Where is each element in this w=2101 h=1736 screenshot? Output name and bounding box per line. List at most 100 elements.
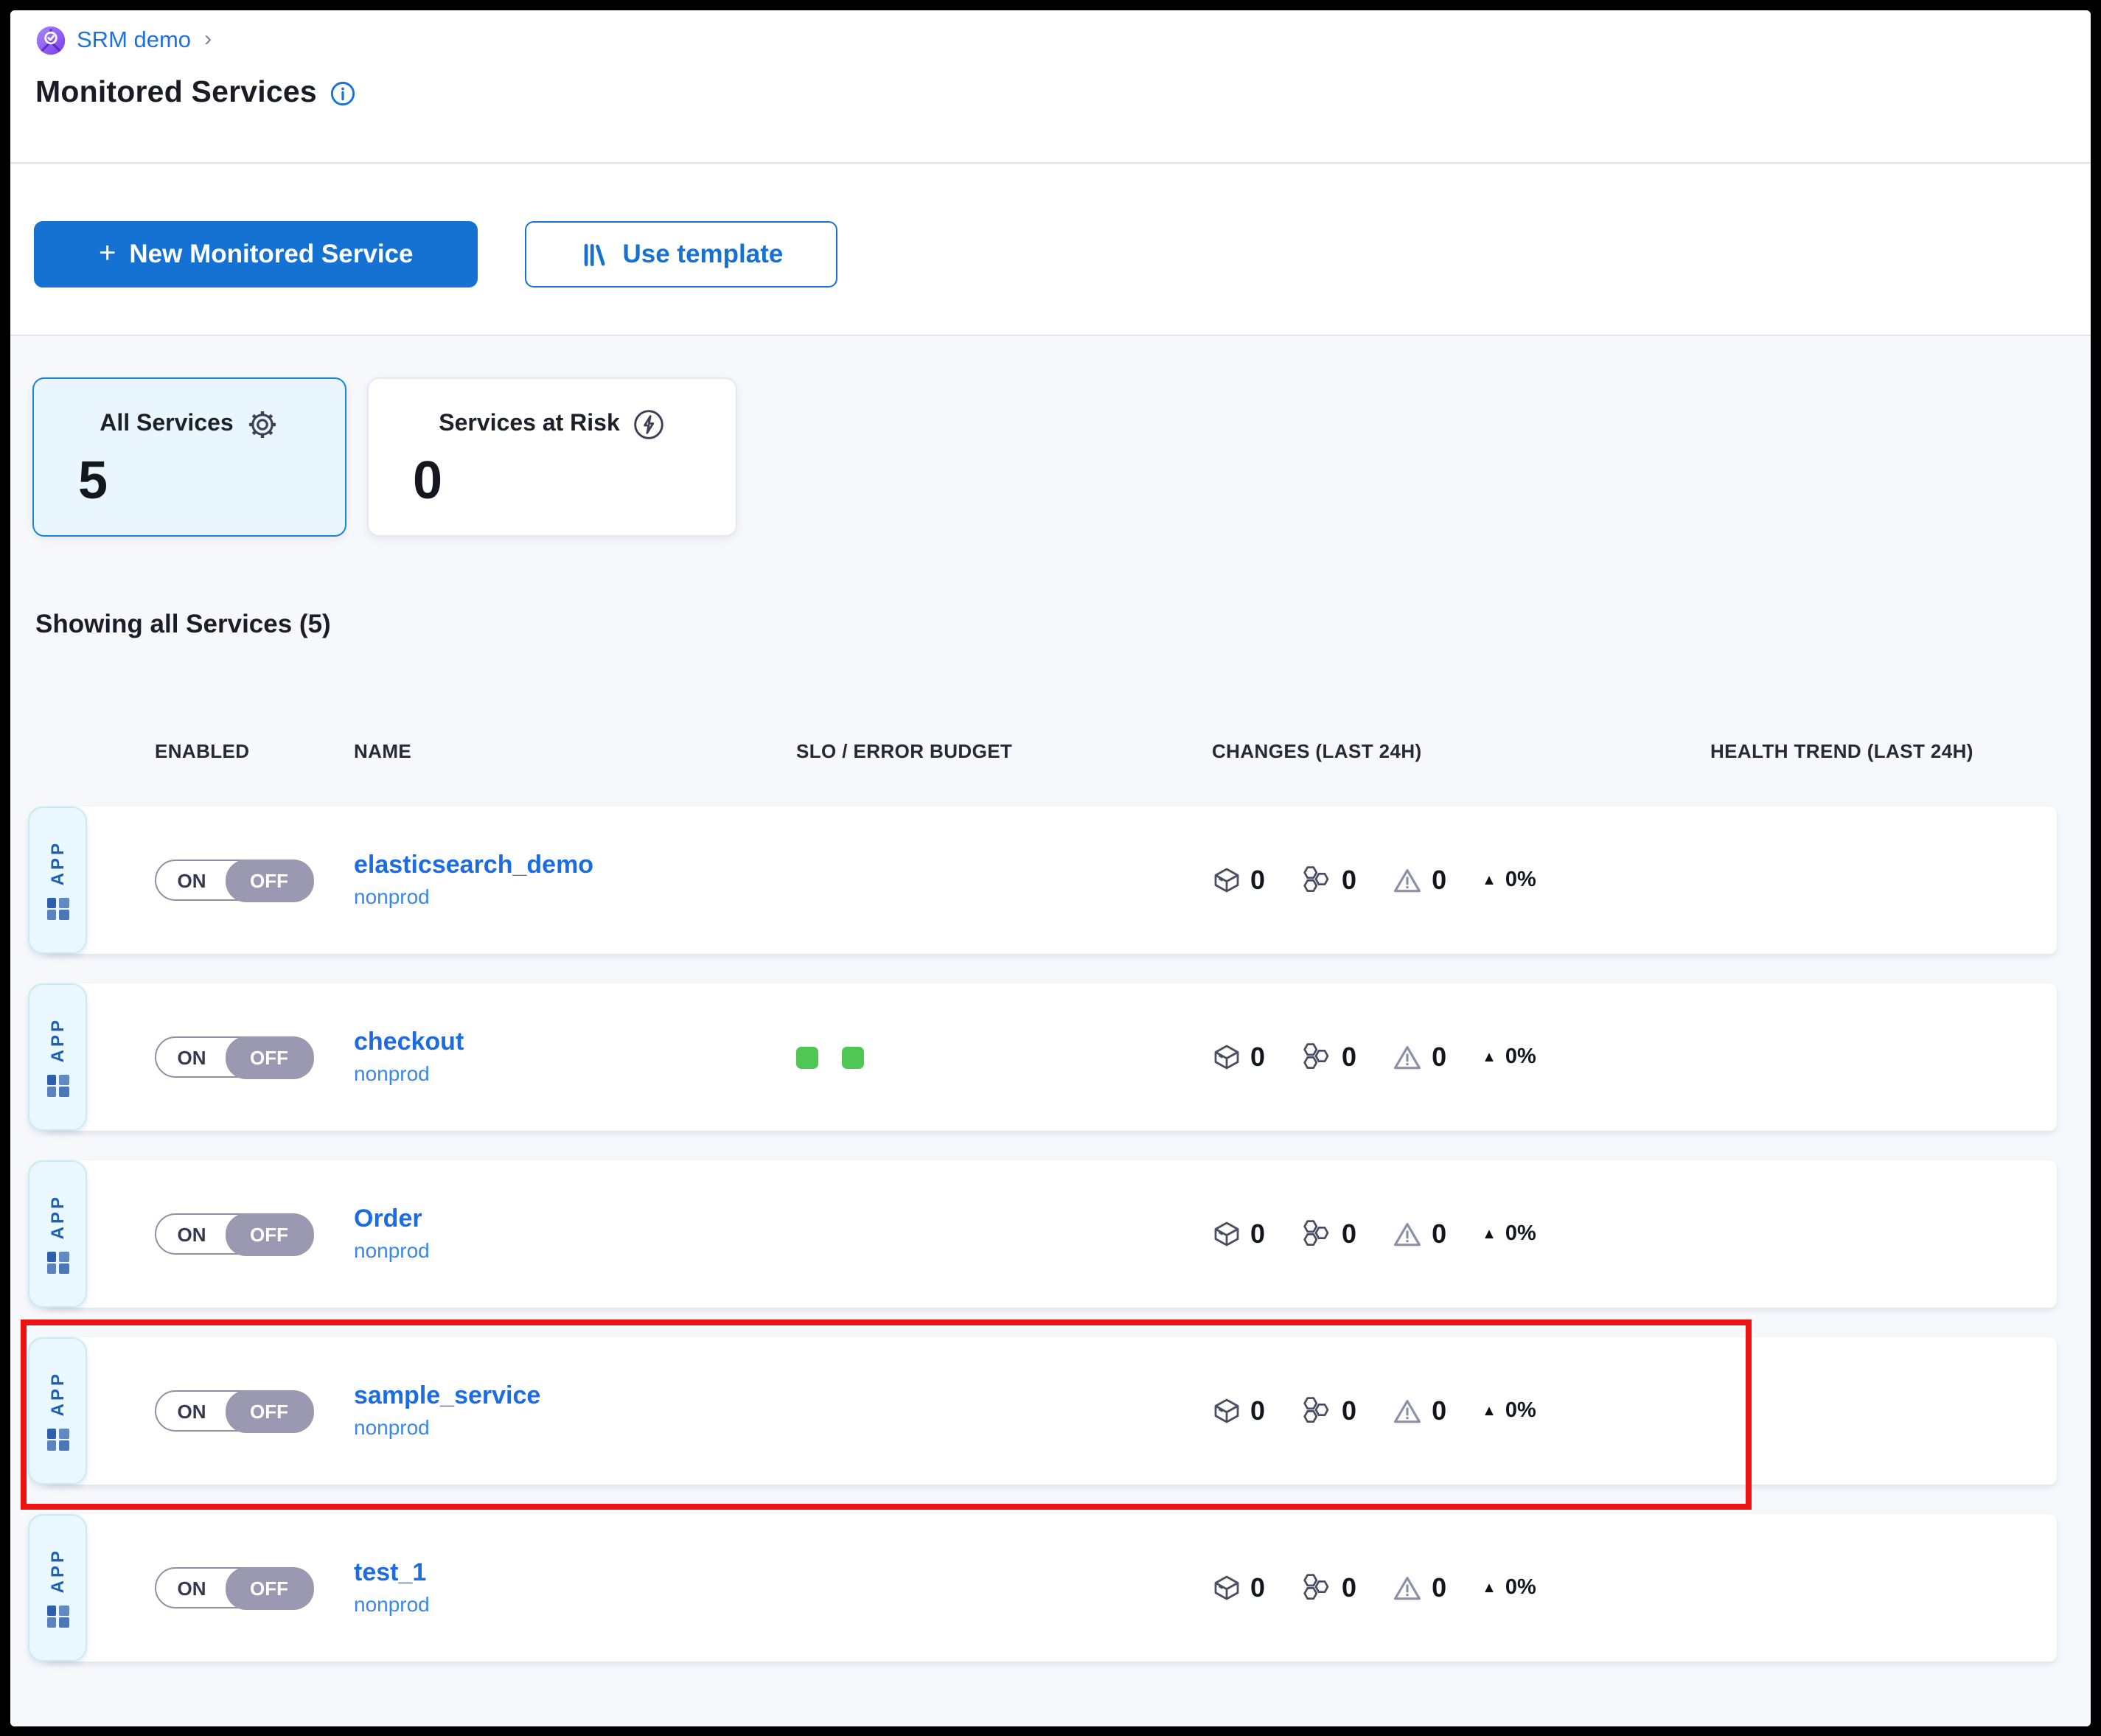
trend-percent: 0% bbox=[1505, 1576, 1536, 1600]
use-template-button[interactable]: Use template bbox=[526, 221, 838, 287]
trend-percent: 0% bbox=[1505, 1045, 1536, 1069]
service-env-link[interactable]: nonprod bbox=[354, 1593, 430, 1616]
app-type-badge: APP bbox=[28, 1160, 87, 1308]
service-name-link[interactable]: elasticsearch_demo bbox=[354, 852, 593, 879]
col-enabled: ENABLED bbox=[155, 740, 354, 762]
enabled-toggle[interactable]: ON OFF bbox=[155, 1567, 313, 1608]
enabled-toggle[interactable]: ON OFF bbox=[155, 1390, 313, 1432]
warning-triangle-icon bbox=[1392, 1395, 1423, 1426]
services-count: 0 bbox=[1342, 1395, 1356, 1426]
breadcrumb: SRM demo › bbox=[35, 25, 2091, 56]
app-type-badge: APP bbox=[28, 806, 87, 954]
service-env-link[interactable]: nonprod bbox=[354, 1239, 430, 1262]
col-slo: SLO / ERROR BUDGET bbox=[796, 740, 1212, 762]
service-name-link[interactable]: sample_service bbox=[354, 1383, 540, 1410]
services-hexagons-icon bbox=[1300, 1572, 1333, 1604]
service-row: APP ON OFF sample_service nonprod bbox=[44, 1337, 2057, 1485]
toggle-on-label[interactable]: ON bbox=[156, 861, 227, 899]
service-row: APP ON OFF checkout nonprod bbox=[44, 983, 2057, 1131]
name-cell: test_1 nonprod bbox=[354, 1514, 796, 1662]
name-cell: elasticsearch_demo nonprod bbox=[354, 806, 796, 954]
service-row-card: ON OFF sample_service nonprod bbox=[44, 1337, 2057, 1485]
all-services-card[interactable]: All Services 5 bbox=[32, 377, 346, 537]
problems-count: 0 bbox=[1432, 1219, 1446, 1249]
deployment-cube-icon bbox=[1212, 1396, 1241, 1426]
service-env-link[interactable]: nonprod bbox=[354, 1416, 430, 1439]
toggle-on-label[interactable]: ON bbox=[156, 1569, 227, 1607]
deployments-count: 0 bbox=[1250, 1395, 1265, 1426]
services-count: 0 bbox=[1342, 865, 1356, 896]
services-hexagons-icon bbox=[1300, 1395, 1333, 1427]
info-icon[interactable] bbox=[330, 80, 355, 105]
toggle-off-label[interactable]: OFF bbox=[225, 1213, 313, 1255]
service-row-card: ON OFF Order nonprod bbox=[44, 1160, 2057, 1308]
deployments-count: 0 bbox=[1250, 865, 1265, 896]
enabled-toggle[interactable]: ON OFF bbox=[155, 1036, 313, 1078]
trend-up-icon: ▲ bbox=[1482, 1049, 1497, 1065]
service-row: APP ON OFF test_1 nonprod bbox=[44, 1514, 2057, 1662]
deployments-count: 0 bbox=[1250, 1042, 1265, 1073]
monitored-services-screen: SRM demo › Monitored Services + New Moni… bbox=[0, 0, 2101, 1736]
services-at-risk-count: 0 bbox=[413, 454, 736, 507]
service-row: APP ON OFF Order nonprod bbox=[44, 1160, 2057, 1308]
app-badge-label: APP bbox=[47, 1017, 68, 1062]
health-trend-cell bbox=[1710, 1337, 2057, 1485]
warning-triangle-icon bbox=[1392, 865, 1423, 896]
deployments-count: 0 bbox=[1250, 1572, 1265, 1603]
all-services-count: 5 bbox=[78, 454, 345, 507]
breadcrumb-app-link[interactable]: SRM demo bbox=[77, 27, 191, 54]
toggle-off-label[interactable]: OFF bbox=[225, 859, 313, 902]
app-badge-label: APP bbox=[47, 1371, 68, 1416]
toggle-on-label[interactable]: ON bbox=[156, 1038, 227, 1076]
name-cell: checkout nonprod bbox=[354, 983, 796, 1131]
service-name-link[interactable]: Order bbox=[354, 1206, 422, 1233]
trend-up-icon: ▲ bbox=[1482, 1226, 1497, 1242]
service-env-link[interactable]: nonprod bbox=[354, 1062, 430, 1085]
problems-count: 0 bbox=[1432, 1395, 1446, 1426]
warning-triangle-icon bbox=[1392, 1219, 1423, 1249]
app-grid-icon bbox=[46, 1606, 69, 1628]
all-services-label: All Services bbox=[100, 411, 233, 438]
slo-cell bbox=[796, 983, 1212, 1131]
enabled-toggle[interactable]: ON OFF bbox=[155, 860, 313, 901]
toggle-off-label[interactable]: OFF bbox=[225, 1036, 313, 1078]
services-at-risk-card[interactable]: Services at Risk 0 bbox=[367, 377, 737, 537]
service-name-link[interactable]: checkout bbox=[354, 1029, 464, 1056]
slo-cell bbox=[796, 1337, 1212, 1485]
services-hexagons-icon bbox=[1300, 1041, 1333, 1073]
service-row-card: ON OFF checkout nonprod bbox=[44, 983, 2057, 1131]
name-cell: Order nonprod bbox=[354, 1160, 796, 1308]
enabled-cell: ON OFF bbox=[155, 983, 354, 1131]
changes-cell: 0 0 bbox=[1212, 983, 1710, 1131]
service-row-card: ON OFF elasticsearch_demo nonprod bbox=[44, 806, 2057, 954]
enabled-cell: ON OFF bbox=[155, 806, 354, 954]
col-health-trend: HEALTH TREND (LAST 24H) bbox=[1710, 740, 2057, 762]
deployments-count: 0 bbox=[1250, 1219, 1265, 1249]
toggle-on-label[interactable]: ON bbox=[156, 1215, 227, 1253]
service-name-link[interactable]: test_1 bbox=[354, 1560, 426, 1587]
services-hexagons-icon bbox=[1300, 1218, 1333, 1250]
toolbar: + New Monitored Service Use template bbox=[10, 164, 2091, 335]
services-count: 0 bbox=[1342, 1042, 1356, 1073]
deployment-cube-icon bbox=[1212, 1042, 1241, 1072]
services-at-risk-label: Services at Risk bbox=[439, 411, 620, 438]
enabled-toggle[interactable]: ON OFF bbox=[155, 1213, 313, 1255]
toggle-on-label[interactable]: ON bbox=[156, 1392, 227, 1430]
service-row-card: ON OFF test_1 nonprod bbox=[44, 1514, 2057, 1662]
services-count: 0 bbox=[1342, 1219, 1356, 1249]
changes-cell: 0 0 bbox=[1212, 806, 1710, 954]
health-trend-cell bbox=[1710, 806, 2057, 954]
toggle-off-label[interactable]: OFF bbox=[225, 1390, 313, 1432]
service-env-link[interactable]: nonprod bbox=[354, 885, 430, 908]
toggle-off-label[interactable]: OFF bbox=[225, 1566, 313, 1609]
warning-triangle-icon bbox=[1392, 1572, 1423, 1603]
trend-up-icon: ▲ bbox=[1482, 1580, 1497, 1596]
new-monitored-service-button[interactable]: + New Monitored Service bbox=[34, 221, 478, 287]
deployment-cube-icon bbox=[1212, 1219, 1241, 1249]
trend-percent: 0% bbox=[1505, 1222, 1536, 1246]
chevron-right-icon: › bbox=[204, 27, 212, 52]
service-row: APP ON OFF elasticsearch_demo nonprod bbox=[44, 806, 2057, 954]
health-trend-cell bbox=[1710, 1514, 2057, 1662]
slo-ok-square bbox=[796, 1046, 818, 1068]
col-name: NAME bbox=[354, 740, 796, 762]
